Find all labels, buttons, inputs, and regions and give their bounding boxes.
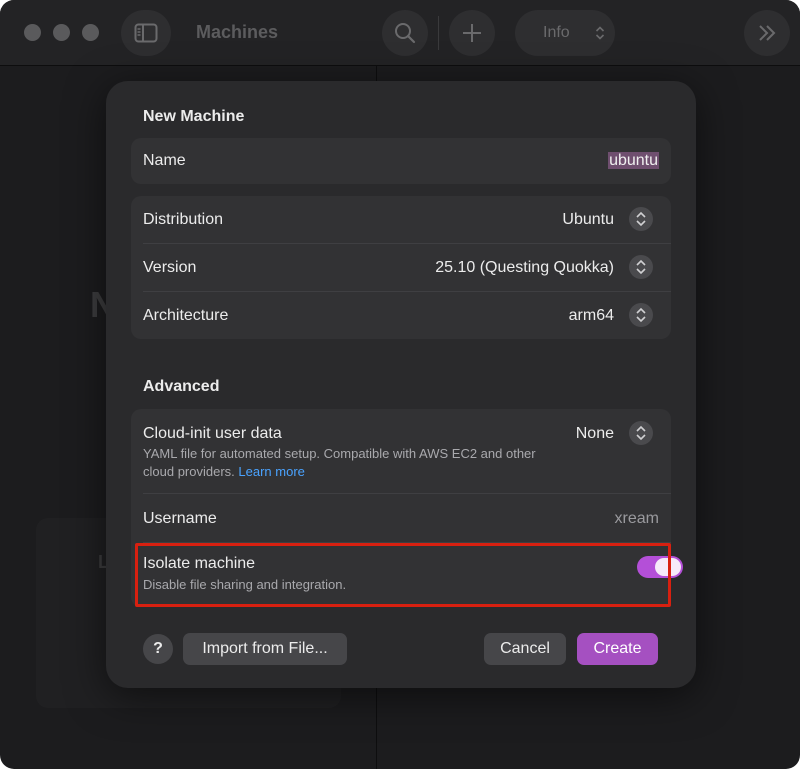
name-value: ubuntu: [608, 152, 659, 169]
cloudinit-description: YAML file for automated setup. Compatibl…: [143, 445, 543, 481]
username-label: Username: [143, 510, 217, 527]
distribution-select[interactable]: [629, 207, 653, 231]
up-down-chevron-icon: [595, 26, 605, 40]
info-select[interactable]: Info: [515, 10, 615, 56]
cloudinit-select[interactable]: [629, 421, 653, 445]
architecture-select[interactable]: [629, 303, 653, 327]
username-input[interactable]: xream: [615, 510, 659, 528]
search-icon: [395, 23, 416, 44]
minimize-window-button[interactable]: [53, 24, 70, 41]
name-label: Name: [143, 152, 186, 169]
highlight-annotation-box: [135, 543, 671, 607]
distribution-value: Ubuntu: [562, 211, 614, 228]
up-down-chevron-icon: [636, 425, 646, 441]
version-value: 25.10 (Questing Quokka): [435, 259, 614, 276]
app-window: Machines Info N L New Machine Name ubunt…: [0, 0, 800, 769]
sidebar-toggle-button[interactable]: [121, 10, 171, 56]
name-field[interactable]: ubuntu: [608, 152, 659, 170]
learn-more-link[interactable]: Learn more: [238, 464, 304, 479]
username-row[interactable]: Username xream: [131, 494, 671, 542]
zoom-window-button[interactable]: [82, 24, 99, 41]
image-group: Distribution Ubuntu Version 25.10 (Quest…: [131, 196, 671, 339]
up-down-chevron-icon: [636, 211, 646, 227]
plus-icon: [463, 24, 481, 42]
name-group: Name ubuntu: [131, 138, 671, 184]
cancel-button[interactable]: Cancel: [484, 633, 566, 665]
architecture-value: arm64: [568, 307, 614, 324]
cloudinit-value: None: [575, 425, 614, 442]
version-row[interactable]: Version 25.10 (Questing Quokka): [131, 244, 671, 291]
help-button[interactable]: ?: [143, 634, 173, 664]
sheet-title: New Machine: [143, 108, 245, 125]
distribution-row[interactable]: Distribution Ubuntu: [131, 196, 671, 243]
architecture-label: Architecture: [143, 307, 229, 324]
toolbar-divider: [438, 16, 439, 50]
close-window-button[interactable]: [24, 24, 41, 41]
search-button[interactable]: [382, 10, 428, 56]
version-label: Version: [143, 259, 197, 276]
up-down-chevron-icon: [636, 307, 646, 323]
distribution-label: Distribution: [143, 211, 224, 228]
double-chevron-right-icon: [759, 25, 776, 41]
create-button[interactable]: Create: [577, 633, 658, 665]
up-down-chevron-icon: [636, 259, 646, 275]
version-select[interactable]: [629, 255, 653, 279]
add-machine-button[interactable]: [449, 10, 495, 56]
advanced-section-title: Advanced: [143, 378, 220, 395]
cloudinit-row: Cloud-init user data YAML file for autom…: [131, 409, 671, 492]
architecture-row[interactable]: Architecture arm64: [131, 292, 671, 339]
cloudinit-description-text: YAML file for automated setup. Compatibl…: [143, 446, 536, 479]
sidebar-icon: [134, 23, 158, 43]
window-title: Machines: [196, 22, 279, 42]
cloudinit-label: Cloud-init user data: [143, 425, 282, 442]
more-toolbar-button[interactable]: [744, 10, 790, 56]
toolbar: Machines Info: [0, 0, 800, 66]
import-from-file-button[interactable]: Import from File...: [183, 633, 347, 665]
info-select-label: Info: [543, 24, 570, 41]
